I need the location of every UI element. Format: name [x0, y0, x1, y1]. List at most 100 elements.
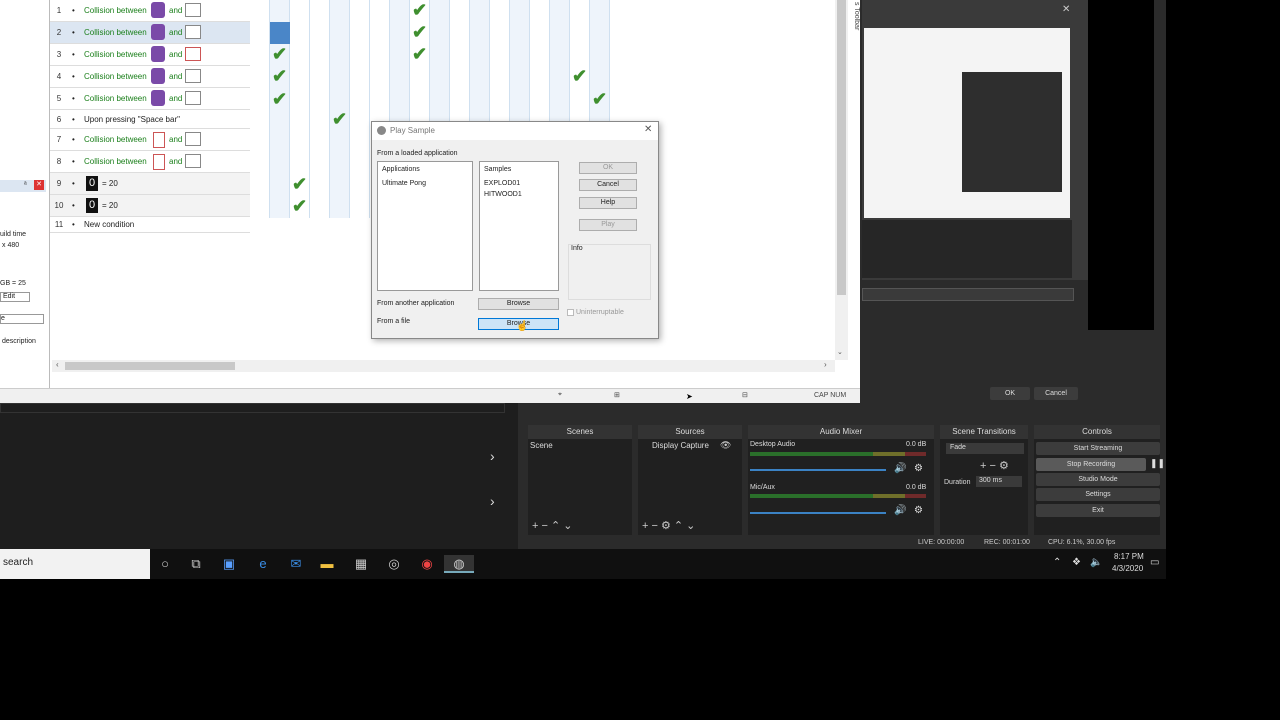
desktop-audio-db: 0.0 dB	[906, 441, 927, 448]
speaker-icon[interactable]: 🔈	[1090, 557, 1102, 568]
notification-icon[interactable]: ▭	[1150, 557, 1159, 568]
play-button[interactable]: Play	[579, 219, 637, 231]
task-view-icon[interactable]: ⧉	[187, 555, 205, 573]
condition-row[interactable]: 2 • Collision between and	[50, 22, 250, 44]
check-icon[interactable]: ✔	[592, 90, 607, 108]
check-icon[interactable]: ✔	[412, 1, 427, 19]
check-icon[interactable]: ✔	[292, 197, 307, 215]
bullet: •	[72, 179, 75, 188]
fusion-icon[interactable]: ◍	[444, 555, 474, 573]
check-icon[interactable]: ✔	[332, 110, 347, 128]
stop-recording-button[interactable]: Stop Recording	[1036, 458, 1146, 471]
applications-list[interactable]: Applications Ultimate Pong	[377, 161, 473, 291]
check-icon[interactable]: ✔	[272, 45, 287, 63]
pause-icon[interactable]: ❚❚	[1150, 458, 1165, 469]
cancel-button[interactable]: Cancel	[579, 179, 637, 191]
scroll-down-icon[interactable]: ⌄	[837, 348, 843, 356]
desktop-volume-slider[interactable]	[750, 469, 886, 471]
application-item[interactable]: Ultimate Pong	[382, 180, 426, 187]
transition-controls[interactable]: + − ⚙	[980, 459, 1009, 472]
chevron-right-icon[interactable]: ›	[490, 448, 495, 464]
combo-field[interactable]: e	[0, 314, 44, 324]
scroll-right-icon[interactable]: ›	[824, 360, 827, 369]
settings-dropdown[interactable]	[862, 288, 1074, 301]
check-icon[interactable]: ✔	[572, 67, 587, 85]
pin-icon[interactable]: ᵃ	[24, 181, 27, 188]
row-number: 10	[54, 201, 64, 210]
nested-preview: ✕	[862, 0, 1088, 280]
scroll-thumb[interactable]	[837, 0, 846, 295]
scene-controls[interactable]: + − ⌃ ⌄	[532, 519, 572, 532]
ok-button[interactable]: OK	[579, 162, 637, 174]
transition-select[interactable]: Fade	[946, 443, 1024, 454]
edit-button[interactable]: Edit	[0, 292, 30, 302]
obs-icon[interactable]: ◎	[385, 555, 403, 573]
live-status: LIVE: 00:00:00	[918, 539, 965, 546]
object-icon	[151, 24, 165, 40]
folder-icon[interactable]: ▬	[318, 555, 336, 573]
scroll-left-icon[interactable]: ‹	[56, 360, 59, 369]
new-condition-row[interactable]: 11 • New condition	[50, 217, 250, 233]
grid-column[interactable]	[310, 0, 330, 218]
browse-application-button[interactable]: Browse	[478, 298, 559, 310]
app-icon[interactable]: ▦	[352, 555, 370, 573]
samples-list[interactable]: Samples EXPLOD01 HITWOOD1	[479, 161, 559, 291]
check-icon[interactable]: ✔	[412, 23, 427, 41]
sample-item[interactable]: HITWOOD1	[484, 191, 522, 198]
exit-button[interactable]: Exit	[1036, 504, 1160, 517]
condition-row[interactable]: 1 • Collision between and	[50, 0, 250, 22]
chevron-right-icon[interactable]: ›	[490, 493, 495, 509]
speaker-icon[interactable]: 🔊	[894, 505, 906, 516]
duration-input[interactable]: 300 ms	[976, 476, 1022, 487]
dropbox-icon[interactable]: ❖	[1072, 557, 1081, 568]
check-icon[interactable]: ✔	[272, 90, 287, 108]
taskbar-search[interactable]: search	[0, 549, 150, 579]
and-label: and	[169, 28, 183, 37]
store-icon[interactable]: ▣	[220, 555, 238, 573]
start-streaming-button[interactable]: Start Streaming	[1036, 442, 1160, 455]
obs-cancel-button[interactable]: Cancel	[1034, 387, 1078, 400]
chrome-icon[interactable]: ◉	[418, 555, 436, 573]
condition-row[interactable]: 7 • Collision between and	[50, 129, 250, 151]
obs-ok-button[interactable]: OK	[990, 387, 1030, 400]
edge-icon[interactable]: e	[254, 555, 272, 573]
condition-row[interactable]: 4 • Collision between and	[50, 66, 250, 88]
gear-icon[interactable]: ⚙	[914, 505, 923, 516]
chevron-up-icon[interactable]: ⌃	[1053, 557, 1061, 568]
speaker-icon[interactable]: 🔊	[894, 463, 906, 474]
check-icon[interactable]: ✔	[412, 45, 427, 63]
clock-time[interactable]: 8:17 PM	[1114, 552, 1144, 561]
source-controls[interactable]: + − ⚙ ⌃ ⌄	[642, 519, 695, 532]
cortana-icon[interactable]: ○	[156, 555, 174, 573]
sample-item[interactable]: EXPLOD01	[484, 180, 520, 187]
condition-row[interactable]: 10 • 0 = 20	[50, 195, 250, 217]
help-button[interactable]: Help	[579, 197, 637, 209]
scene-item[interactable]: Scene	[530, 441, 553, 450]
mic-volume-slider[interactable]	[750, 512, 886, 514]
condition-row[interactable]: 9 • 0 = 20	[50, 173, 250, 195]
uninterruptable-checkbox[interactable]	[567, 309, 574, 316]
condition-text: Collision between	[84, 135, 147, 144]
mail-icon[interactable]: ✉	[287, 555, 305, 573]
horizontal-scroll-thumb[interactable]	[65, 362, 235, 370]
toolbar-side-tab[interactable]: s Toolbar	[850, 2, 860, 42]
studio-mode-button[interactable]: Studio Mode	[1036, 473, 1160, 486]
clock-date[interactable]: 4/3/2020	[1112, 564, 1143, 573]
settings-button[interactable]: Settings	[1036, 488, 1160, 501]
vertical-scrollbar[interactable]: ⌄	[835, 0, 848, 360]
condition-row[interactable]: 8 • Collision between and	[50, 151, 250, 173]
close-icon[interactable]: ✕	[1062, 4, 1070, 15]
condition-row[interactable]: 6 • Upon pressing "Space bar"	[50, 110, 250, 129]
grid-column[interactable]	[350, 0, 370, 218]
gear-icon[interactable]: ⚙	[914, 463, 923, 474]
selected-cell[interactable]	[270, 22, 290, 44]
close-icon[interactable]: ✕	[644, 124, 652, 135]
check-icon[interactable]: ✔	[272, 67, 287, 85]
close-icon[interactable]: ✕	[34, 180, 44, 190]
condition-row[interactable]: 3 • Collision between and	[50, 44, 250, 66]
eye-icon[interactable]: 👁	[720, 440, 731, 451]
source-item[interactable]: Display Capture	[640, 441, 709, 450]
grid-column[interactable]	[250, 0, 270, 218]
check-icon[interactable]: ✔	[292, 175, 307, 193]
condition-row[interactable]: 5 • Collision between and	[50, 88, 250, 110]
